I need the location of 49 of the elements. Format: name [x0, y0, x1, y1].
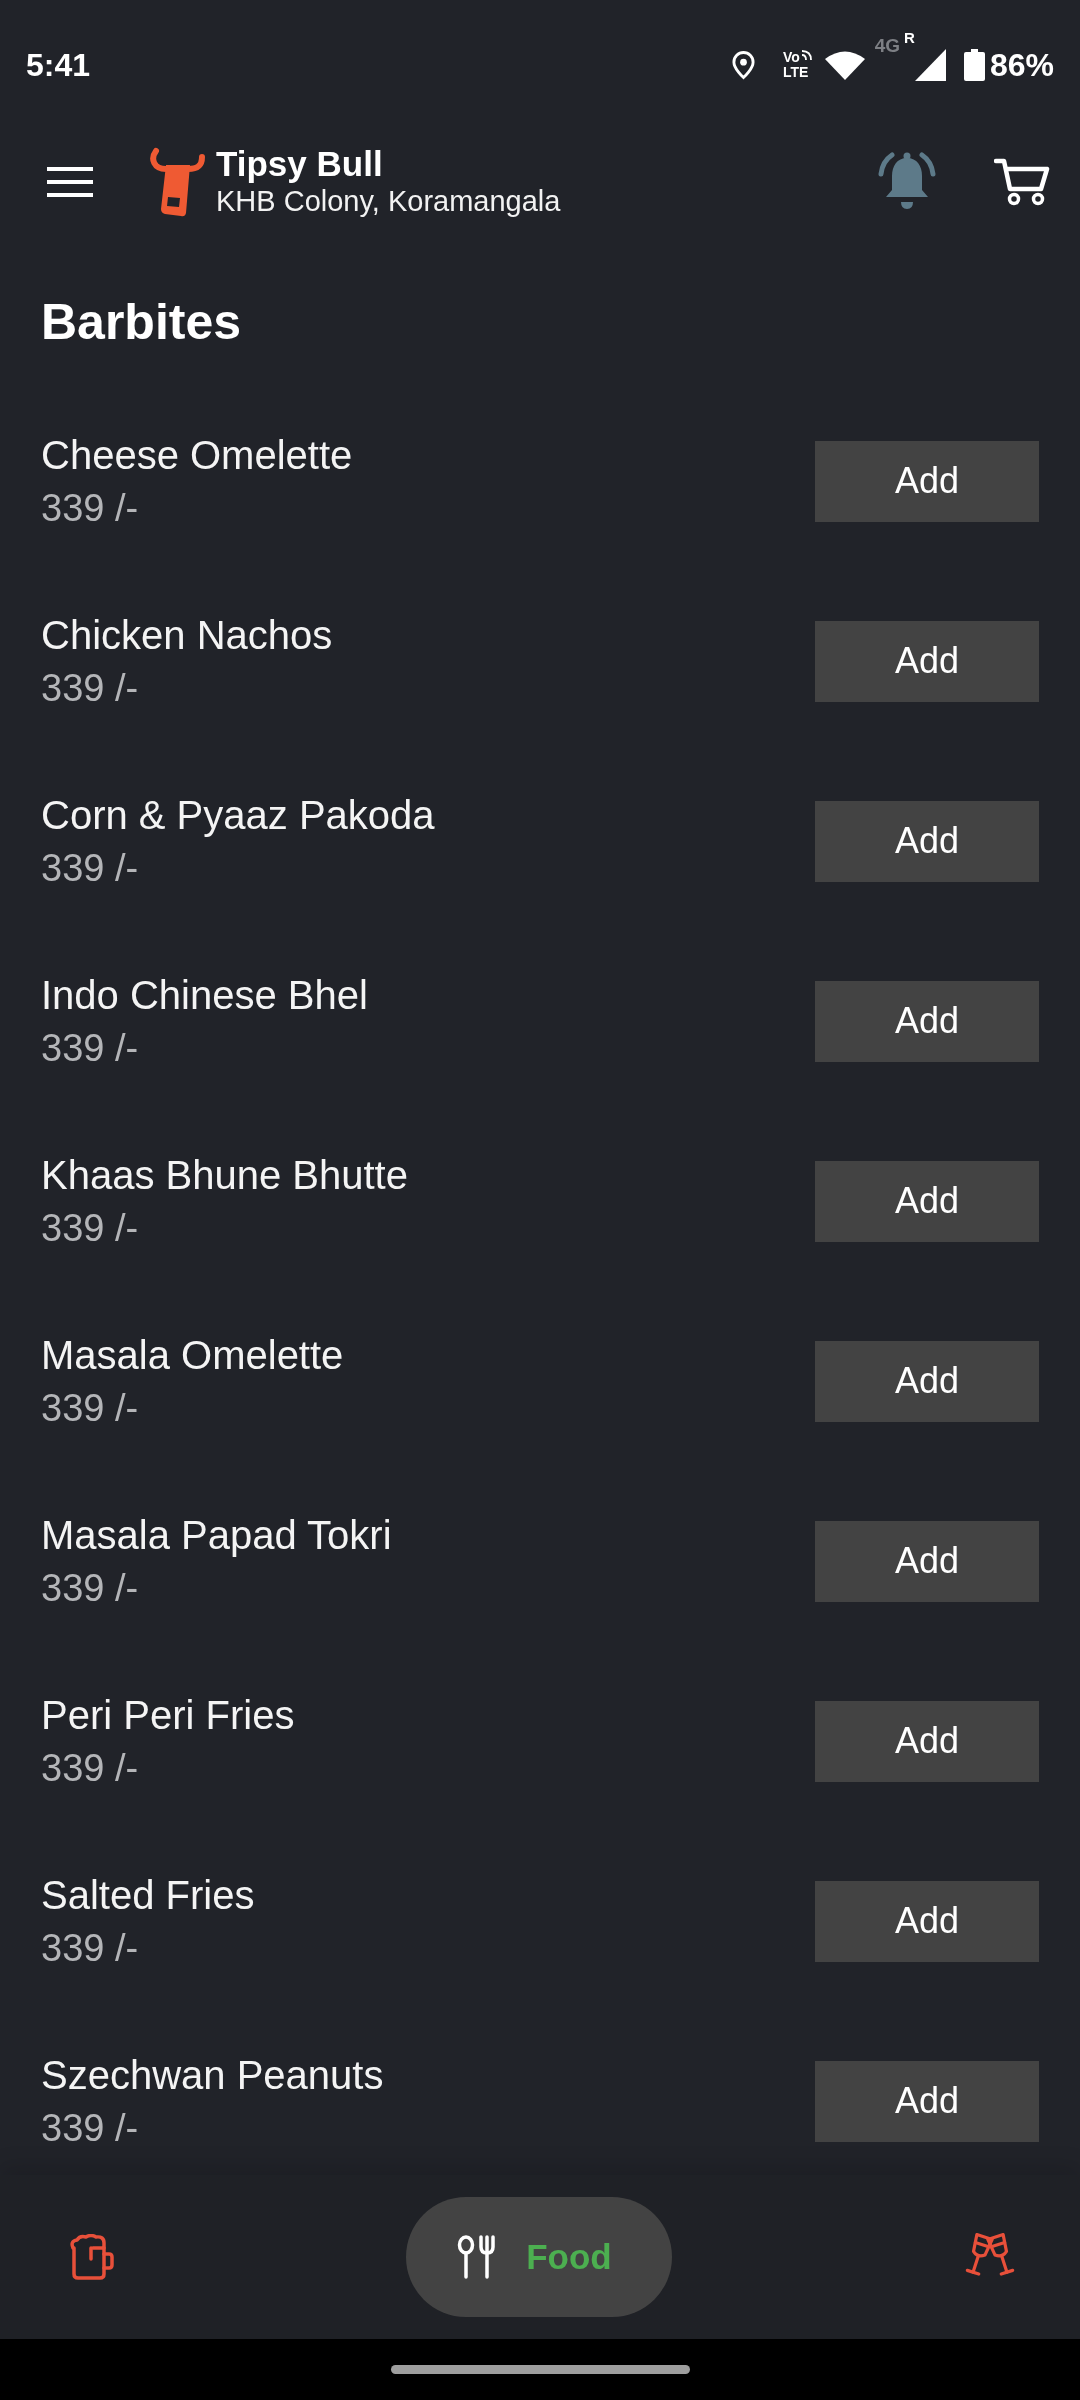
add-button[interactable]: Add [815, 440, 1039, 522]
add-button[interactable]: Add [815, 980, 1039, 1062]
add-button[interactable]: Add [815, 620, 1039, 702]
location-pin-icon [731, 50, 755, 80]
roaming-indicator: R [904, 29, 915, 46]
item-name: Peri Peri Fries [41, 1692, 295, 1739]
venue-name: Tipsy Bull [216, 145, 384, 183]
spoon-fork-icon [457, 2235, 496, 2279]
beer-mug-icon [69, 2234, 115, 2280]
add-button[interactable]: Add [815, 1880, 1039, 1962]
add-button[interactable]: Add [815, 1340, 1039, 1422]
cart-icon[interactable] [994, 158, 1050, 206]
item-name: Corn & Pyaaz Pakoda [41, 792, 435, 839]
network-type-label: 4G [874, 35, 901, 57]
bull-logo-icon [150, 147, 205, 217]
item-name: Masala Papad Tokri [41, 1512, 392, 1559]
item-price: 339 /- [41, 1386, 139, 1431]
item-name: Khaas Bhune Bhutte [41, 1152, 408, 1199]
item-name: Cheese Omelette [41, 432, 353, 479]
add-button[interactable]: Add [815, 800, 1039, 882]
item-name: Szechwan Peanuts [41, 2052, 384, 2099]
item-price: 339 /- [41, 846, 139, 891]
item-price: 339 /- [41, 1206, 139, 1251]
menu-icon[interactable] [47, 167, 93, 197]
item-price: 339 /- [41, 2106, 139, 2151]
item-price: 339 /- [41, 486, 139, 531]
nav-tab[interactable]: Food [406, 2197, 672, 2317]
item-price: 339 /- [41, 1026, 139, 1071]
item-price: 339 /- [41, 1926, 139, 1971]
item-name: Indo Chinese Bhel [41, 972, 368, 1019]
section-title: Barbites [41, 293, 242, 352]
status-time: 5:41 [26, 46, 91, 85]
add-button[interactable]: Add [815, 1160, 1039, 1242]
battery-percentage: 86% [989, 46, 1054, 85]
signal-icon [914, 49, 946, 81]
item-price: 339 /- [41, 1746, 139, 1791]
add-button[interactable]: Add [815, 1520, 1039, 1602]
item-name: Masala Omelette [41, 1332, 344, 1379]
wifi-icon [824, 50, 865, 80]
volte-indicator: Vo LTE [782, 50, 813, 80]
add-button[interactable]: Add [815, 2060, 1039, 2142]
add-button[interactable]: Add [815, 1700, 1039, 1782]
nav-tab[interactable] [69, 2234, 115, 2280]
item-price: 339 /- [41, 1566, 139, 1611]
item-name: Chicken Nachos [41, 612, 333, 659]
item-price: 339 /- [41, 666, 139, 711]
item-name: Salted Fries [41, 1872, 255, 1919]
venue-location: KHB Colony, Koramangala [216, 184, 562, 219]
battery-icon [963, 49, 985, 81]
